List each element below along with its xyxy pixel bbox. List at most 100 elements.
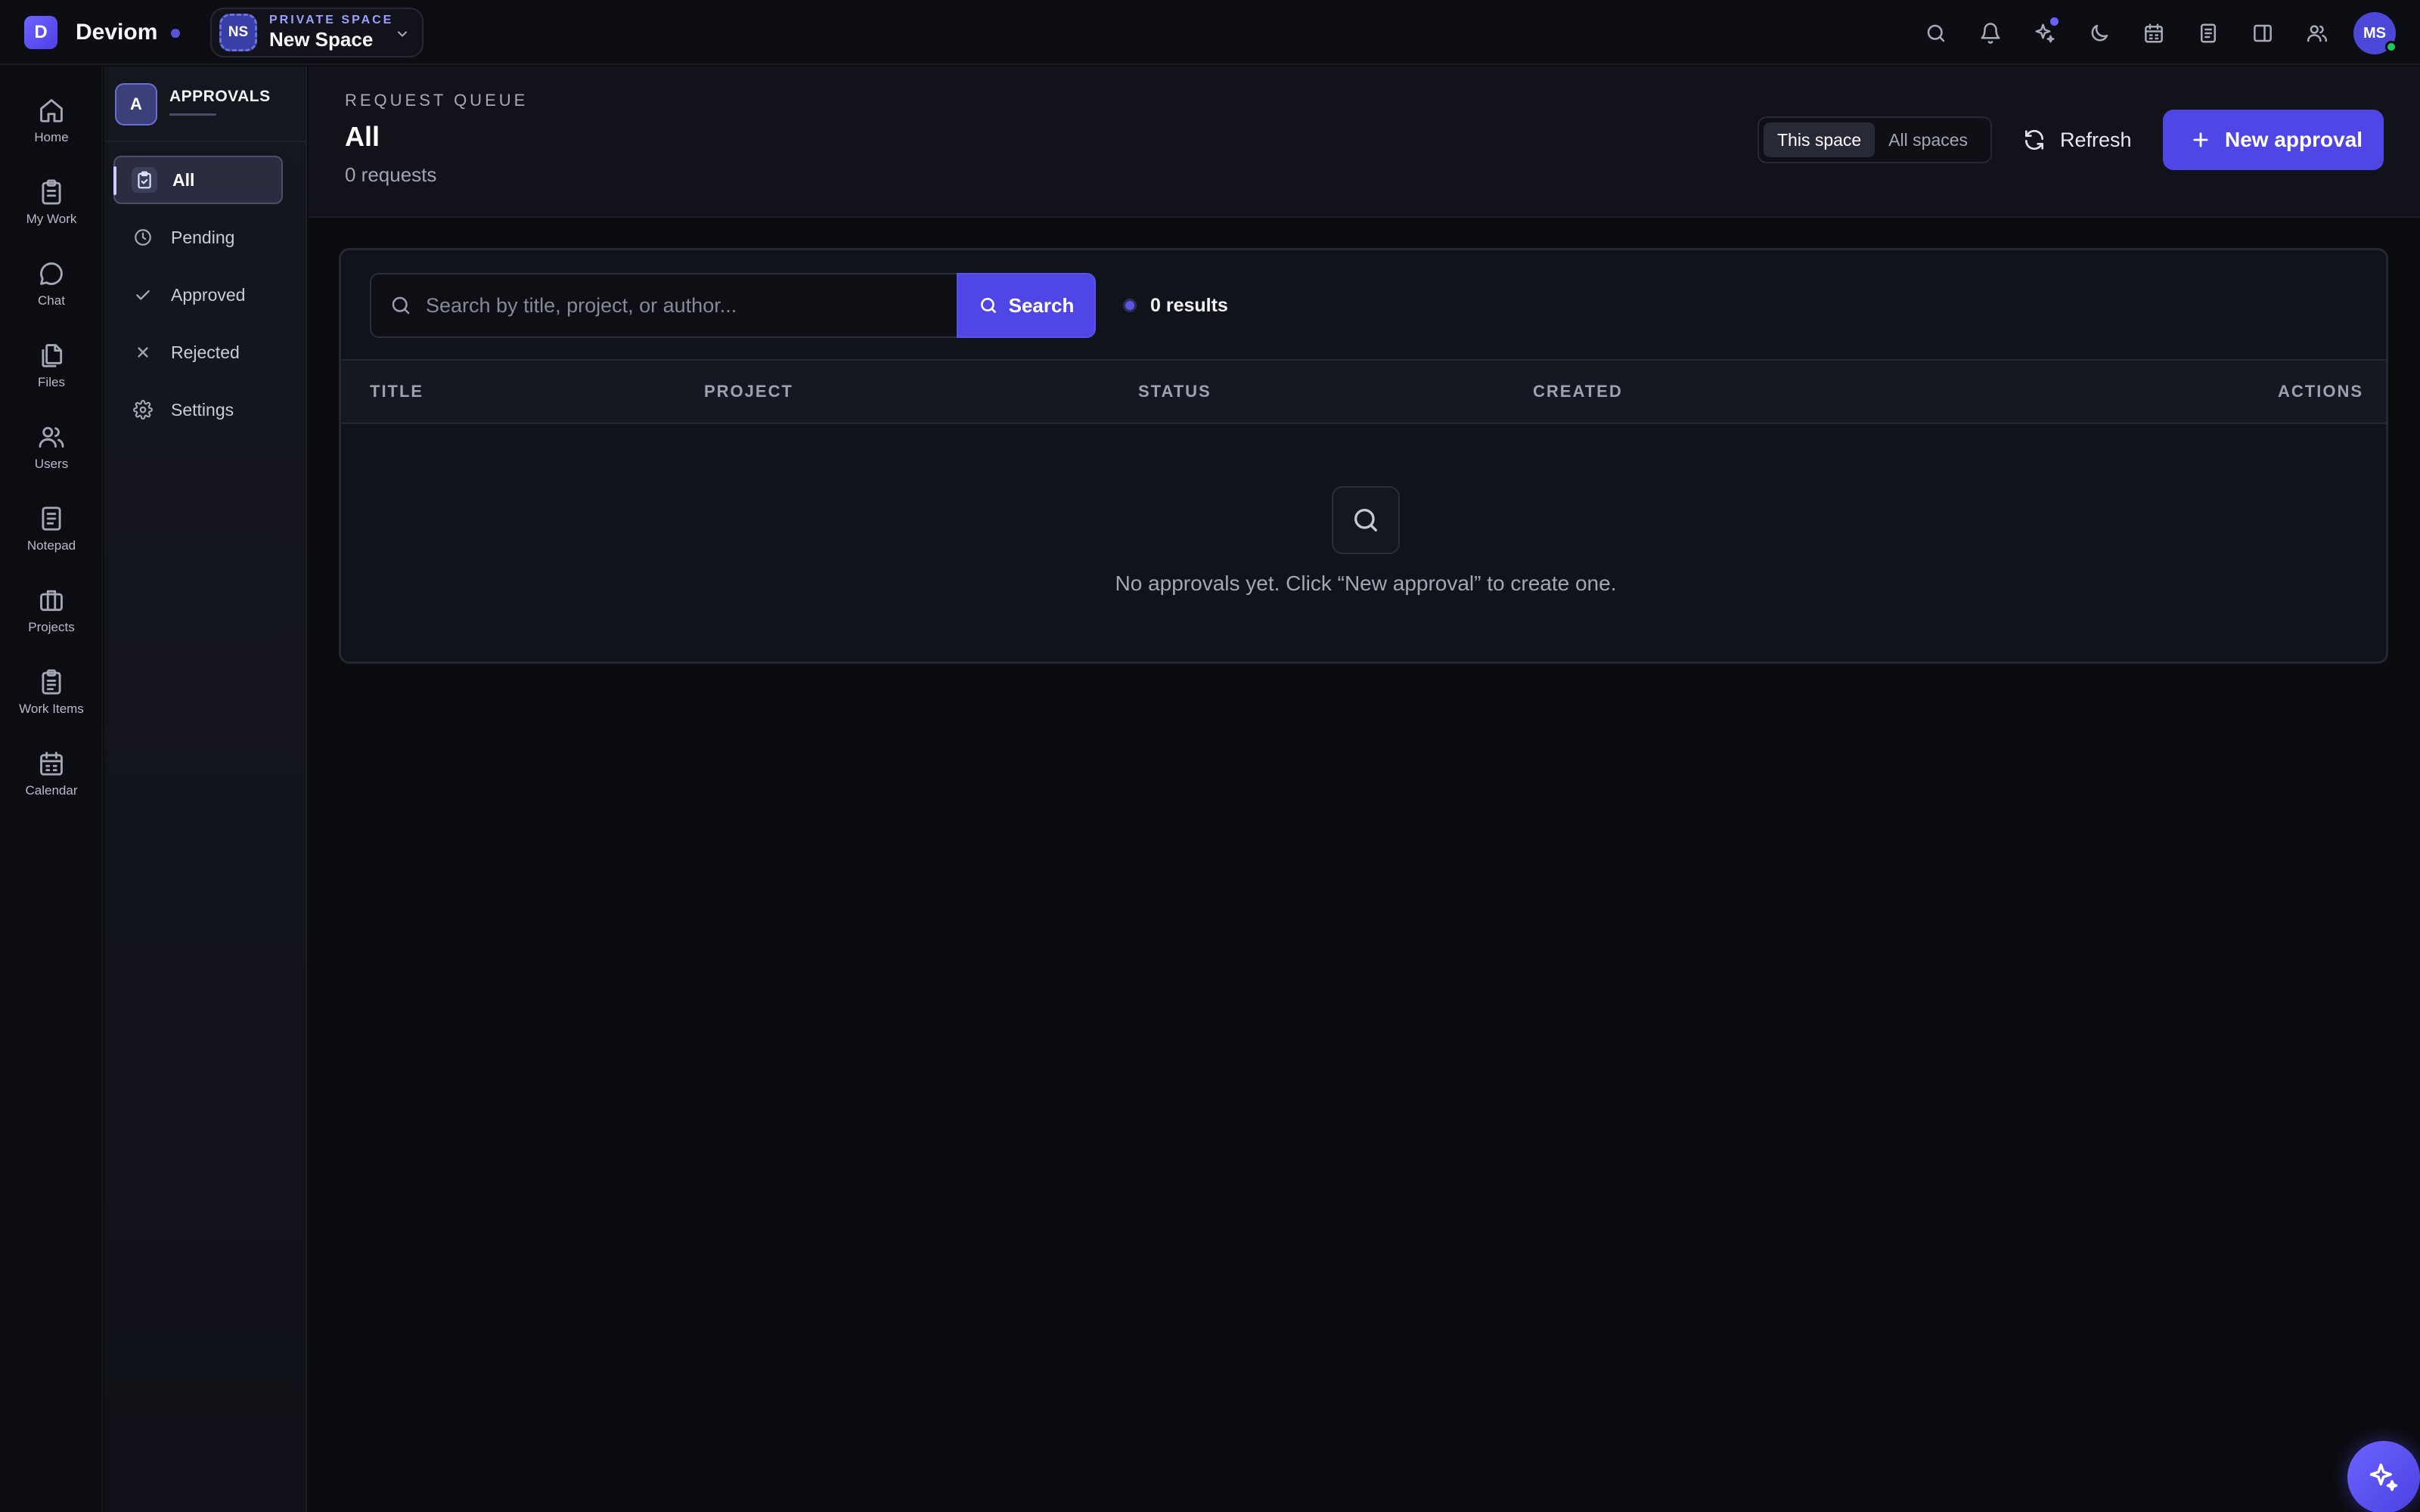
refresh-button[interactable]: Refresh — [2009, 116, 2143, 163]
clipboard-icon — [35, 175, 68, 209]
scope-toggle: This space All spaces — [1758, 116, 1992, 163]
notification-dot — [2050, 17, 2059, 26]
search-bar: Search — [370, 273, 1096, 338]
column-header-actions: ACTIONS — [2278, 382, 2363, 401]
search-icon — [979, 296, 998, 315]
empty-state-message: No approvals yet. Click “New approval” t… — [1115, 572, 1617, 595]
scope-all-spaces-button[interactable]: All spaces — [1875, 122, 1981, 157]
rail-label: Chat — [38, 293, 65, 308]
empty-state-search-icon — [1332, 486, 1400, 554]
people-icon[interactable] — [2301, 17, 2334, 50]
page-title: All — [345, 121, 380, 152]
rail-label: My Work — [26, 212, 77, 226]
chat-icon — [35, 257, 68, 290]
page-header: REQUEST QUEUE All 0 requests This space … — [309, 67, 2420, 218]
bell-icon[interactable] — [1974, 17, 2007, 50]
space-avatar: NS — [219, 14, 257, 51]
rail-label: Projects — [28, 620, 75, 634]
approvals-card: Search 0 results TITLE PROJECT STATUS CR… — [339, 248, 2388, 664]
rail-item-my-work[interactable]: My Work — [0, 166, 103, 239]
results-indicator: 0 results — [1123, 293, 1228, 318]
check-icon — [130, 282, 156, 308]
column-header-title[interactable]: TITLE — [370, 382, 424, 401]
results-dot — [1123, 299, 1137, 312]
rail-label: Home — [34, 130, 69, 144]
column-header-project[interactable]: PROJECT — [704, 382, 793, 401]
sidebar-item-rejected[interactable]: Rejected — [113, 328, 283, 376]
search-icon[interactable] — [1919, 17, 1953, 50]
clipboard-list-icon — [35, 665, 68, 699]
gear-icon — [130, 397, 156, 423]
chevron-down-icon — [395, 26, 410, 42]
new-approval-label: New approval — [2225, 128, 2363, 151]
rail-label: Files — [38, 375, 65, 389]
ai-assistant-button[interactable] — [2347, 1441, 2420, 1512]
column-header-created[interactable]: CREATED — [1533, 382, 1623, 401]
rail-item-files[interactable]: Files — [0, 330, 103, 402]
rail-label: Users — [34, 457, 69, 471]
search-input[interactable] — [370, 273, 957, 338]
sidebar-item-label: Approved — [171, 284, 246, 305]
request-count: 0 requests — [345, 163, 437, 186]
sidebar-item-pending[interactable]: Pending — [113, 213, 283, 262]
files-icon — [35, 339, 68, 372]
space-name: New Space — [269, 28, 374, 51]
new-approval-button[interactable]: New approval — [2163, 110, 2384, 170]
panel-icon[interactable] — [2246, 17, 2279, 50]
approvals-header: A APPROVALS — [115, 83, 296, 133]
refresh-icon — [2022, 128, 2046, 152]
sidebar-item-label: Rejected — [171, 342, 240, 362]
sidebar-item-all[interactable]: All — [113, 156, 283, 204]
section-title: APPROVALS — [169, 88, 271, 105]
moon-icon[interactable] — [2083, 17, 2116, 50]
rail-label: Calendar — [25, 783, 78, 798]
brand[interactable]: D Deviom — [24, 15, 157, 50]
clock-icon — [130, 225, 156, 250]
app-name: Deviom — [76, 20, 158, 45]
refresh-label: Refresh — [2060, 128, 2132, 151]
page-kicker: REQUEST QUEUE — [345, 91, 529, 110]
rail-item-users[interactable]: Users — [0, 411, 103, 484]
table-header: TITLE PROJECT STATUS CREATED ACTIONS — [341, 359, 2386, 424]
rail-item-notepad[interactable]: Notepad — [0, 493, 103, 565]
plus-icon — [2190, 129, 2211, 150]
icon-rail: Home My Work Chat Files Users Notepad Pr… — [0, 67, 103, 1512]
top-bar: D Deviom NS PRIVATE SPACE New Space MS — [0, 0, 2420, 65]
x-icon — [130, 339, 156, 365]
sparkle-icon[interactable] — [2028, 17, 2062, 50]
user-avatar[interactable]: MS — [2353, 12, 2397, 54]
sidebar-item-label: Settings — [171, 399, 234, 420]
sparkle-icon — [2367, 1461, 2400, 1494]
user-initials: MS — [2363, 24, 2386, 42]
online-status-dot — [2385, 41, 2397, 53]
divider — [104, 141, 307, 142]
active-indicator — [113, 166, 116, 195]
results-count: 0 results — [1150, 294, 1228, 316]
column-header-status[interactable]: STATUS — [1138, 382, 1212, 401]
search-button[interactable]: Search — [957, 273, 1096, 338]
briefcase-icon — [35, 584, 68, 617]
rail-item-projects[interactable]: Projects — [0, 575, 103, 647]
calendar-icon[interactable] — [2137, 17, 2170, 50]
notepad-icon[interactable] — [2192, 17, 2225, 50]
space-type-label: PRIVATE SPACE — [269, 14, 394, 26]
separator-dot — [171, 29, 180, 38]
rail-label: Work Items — [19, 702, 84, 716]
rail-item-calendar[interactable]: Calendar — [0, 738, 103, 810]
space-switcher[interactable]: NS PRIVATE SPACE New Space — [210, 8, 424, 57]
clipboard-check-icon — [132, 167, 157, 193]
rail-item-home[interactable]: Home — [0, 85, 103, 157]
approvals-sidebar: A APPROVALS All Pending Approved Rejecte… — [104, 67, 307, 1512]
title-underline — [169, 113, 216, 116]
rail-item-chat[interactable]: Chat — [0, 248, 103, 321]
sidebar-item-approved[interactable]: Approved — [113, 271, 283, 319]
section-badge: A — [115, 83, 157, 125]
search-button-label: Search — [1008, 293, 1075, 317]
search-icon — [389, 294, 412, 317]
scope-this-space-button[interactable]: This space — [1764, 122, 1876, 157]
home-icon — [35, 94, 68, 127]
sidebar-item-settings[interactable]: Settings — [113, 386, 283, 434]
rail-item-work-items[interactable]: Work Items — [0, 656, 103, 729]
rail-label: Notepad — [26, 538, 76, 553]
sidebar-item-label: All — [172, 169, 195, 190]
